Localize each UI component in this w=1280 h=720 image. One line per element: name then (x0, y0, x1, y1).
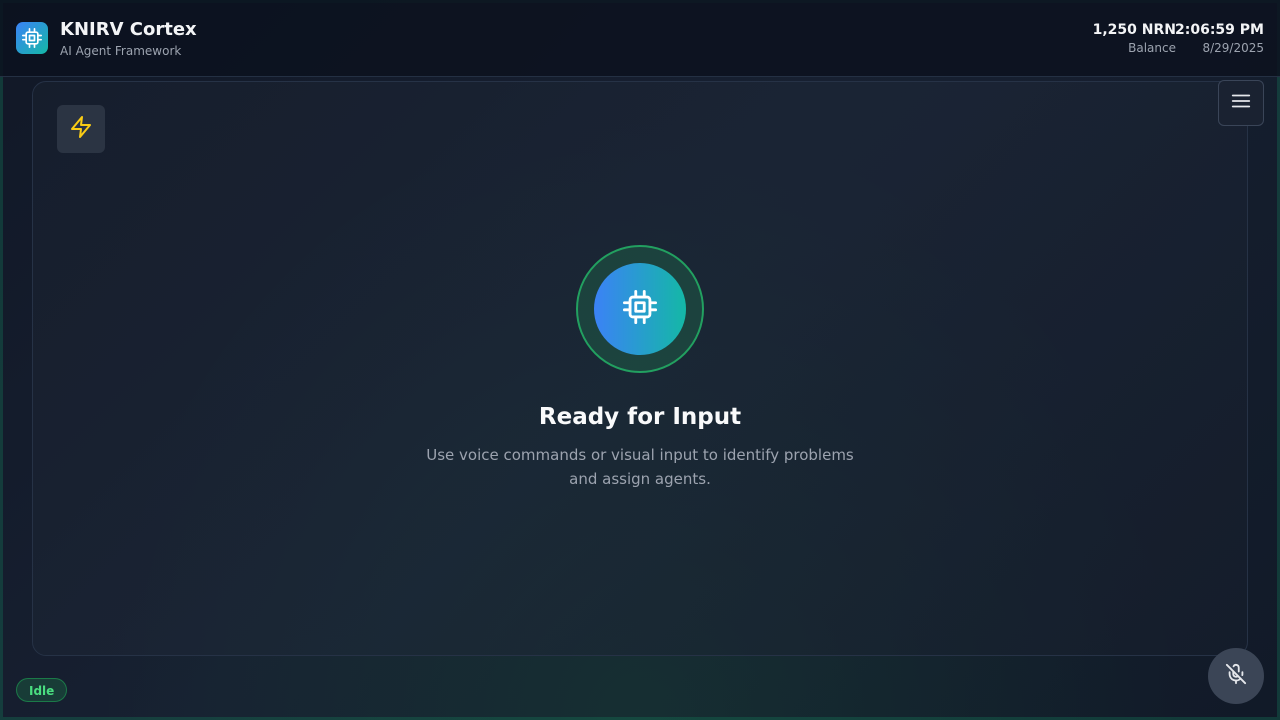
app-subtitle: AI Agent Framework (60, 44, 182, 58)
top-bar: KNIRV Cortex AI Agent Framework 1,250 NR… (0, 0, 1280, 77)
ready-description: Use voice commands or visual input to id… (426, 446, 854, 488)
balance-display: 1,250 NRN Balance (1093, 22, 1176, 55)
cpu-icon (623, 290, 657, 328)
app-title: KNIRV Cortex (60, 19, 197, 40)
balance-value: 1,250 NRN (1092, 22, 1176, 38)
ready-title: Ready for Input (538, 404, 742, 430)
mic-off-icon (1225, 663, 1247, 689)
cpu-icon (16, 22, 48, 54)
menu-button[interactable] (1218, 80, 1264, 126)
hamburger-menu-icon (1230, 90, 1252, 116)
status-badge: Idle (16, 678, 68, 702)
agent-status-core (594, 263, 686, 355)
lightning-icon (69, 115, 93, 143)
clock-display: 2:06:59 PM 8/29/2025 (1175, 22, 1264, 55)
balance-label: Balance (1128, 41, 1176, 55)
agent-status-indicator (576, 245, 704, 373)
mic-toggle-button[interactable] (1208, 648, 1264, 704)
quick-action-button[interactable] (57, 105, 105, 153)
clock-time: 2:06:59 PM (1175, 22, 1264, 38)
clock-date: 8/29/2025 (1202, 41, 1264, 55)
